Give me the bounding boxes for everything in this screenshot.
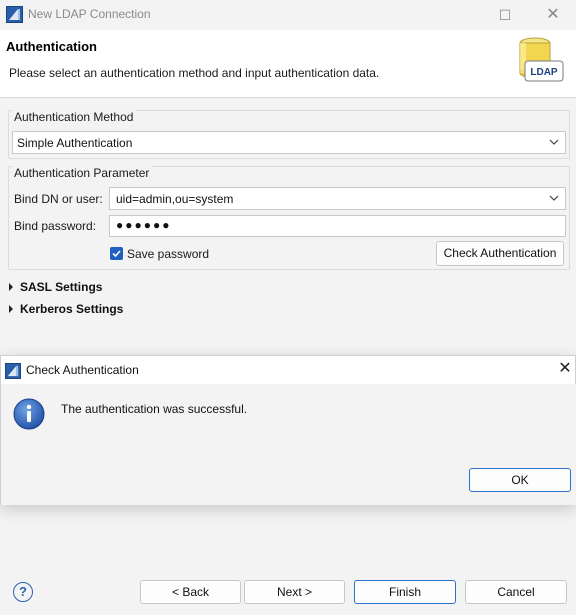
sasl-expand-icon[interactable] xyxy=(9,283,13,291)
app-icon xyxy=(5,363,21,379)
kerberos-settings-toggle[interactable]: Kerberos Settings xyxy=(20,302,123,316)
ok-button[interactable]: OK xyxy=(469,468,571,492)
next-button[interactable]: Next > xyxy=(244,580,345,604)
page-description: Please select an authentication method a… xyxy=(9,66,380,80)
help-icon[interactable]: ? xyxy=(13,582,33,602)
dialog-title: Check Authentication xyxy=(26,363,139,377)
bind-dn-label: Bind DN or user: xyxy=(14,192,103,206)
title-bar: New LDAP Connection ☐ ✕ xyxy=(0,0,576,30)
chevron-down-icon xyxy=(549,195,559,201)
close-icon[interactable]: ✕ xyxy=(530,2,576,28)
cancel-button[interactable]: Cancel xyxy=(465,580,567,604)
auth-method-selected: Simple Authentication xyxy=(17,136,133,150)
window-title: New LDAP Connection xyxy=(28,7,151,21)
new-ldap-connection-window: New LDAP Connection ☐ ✕ Authentication P… xyxy=(0,0,576,615)
info-icon xyxy=(13,398,45,430)
app-icon xyxy=(6,6,23,23)
ldap-logo-text: LDAP xyxy=(530,67,558,78)
finish-button[interactable]: Finish xyxy=(354,580,456,604)
bind-password-field[interactable]: ●●●●●● xyxy=(109,215,566,237)
check-authentication-dialog: Check Authentication ✕ The authenticatio… xyxy=(0,355,576,505)
page-banner: Authentication Please select an authenti… xyxy=(0,30,576,98)
check-authentication-button[interactable]: Check Authentication xyxy=(436,241,564,266)
dialog-body: The authentication was successful. OK xyxy=(1,384,576,505)
dialog-message: The authentication was successful. xyxy=(61,402,248,416)
wizard-footer: ? < Back Next > Finish Cancel xyxy=(0,570,576,615)
ldap-database-icon: LDAP xyxy=(519,37,564,82)
dialog-close-icon[interactable]: ✕ xyxy=(555,359,575,379)
bind-dn-combo[interactable]: uid=admin,ou=system xyxy=(109,187,566,210)
chevron-down-icon xyxy=(549,139,559,145)
back-button[interactable]: < Back xyxy=(140,580,241,604)
auth-params-group-label: Authentication Parameter xyxy=(12,166,152,180)
bind-password-value: ●●●●●● xyxy=(116,218,172,232)
maximize-icon[interactable]: ☐ xyxy=(482,2,528,28)
sasl-settings-toggle[interactable]: SASL Settings xyxy=(20,280,102,294)
auth-method-group-label: Authentication Method xyxy=(12,110,136,124)
page-title: Authentication xyxy=(6,39,97,54)
checkmark-icon xyxy=(112,250,121,258)
kerberos-expand-icon[interactable] xyxy=(9,305,13,313)
save-password-checkbox[interactable] xyxy=(110,247,123,260)
save-password-label[interactable]: Save password xyxy=(127,247,209,261)
auth-method-select[interactable]: Simple Authentication xyxy=(12,131,566,154)
bind-dn-value: uid=admin,ou=system xyxy=(116,192,234,206)
bind-password-label: Bind password: xyxy=(14,219,97,233)
